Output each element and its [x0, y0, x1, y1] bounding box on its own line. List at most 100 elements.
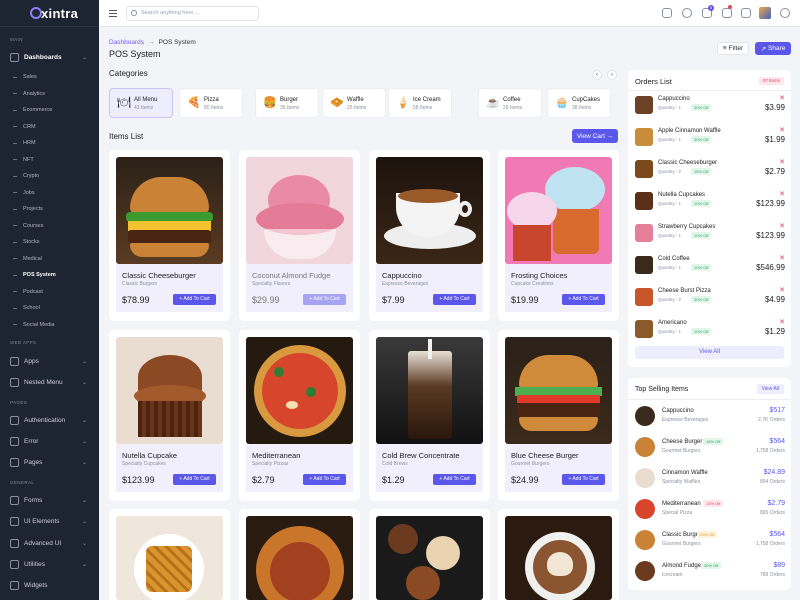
filter-button[interactable]: ≡ Filter [717, 42, 749, 55]
item-price: $29.99 [252, 295, 280, 305]
sidebar-subitem[interactable]: Projects [0, 202, 99, 216]
item-card[interactable] [239, 509, 360, 600]
add-to-cart-button[interactable]: + Add To Cart [562, 294, 605, 305]
item-card[interactable]: Cappuccino Espresso Beverages $7.99 + Ad… [369, 150, 490, 321]
item-category: Specialty Waffles [662, 479, 701, 485]
item-card[interactable]: Cold Brew Concentrate Cold Brews $1.29 +… [369, 330, 490, 501]
sidebar-item-advanced-ui[interactable]: Advanced UI ⌄ [0, 536, 99, 551]
next-arrow-icon[interactable]: › [607, 70, 617, 80]
sidebar-subitem[interactable]: Podcast [0, 285, 99, 299]
sidebar-item-forms[interactable]: Forms ⌄ [0, 493, 99, 508]
remove-icon[interactable]: ✕ [779, 158, 785, 166]
remove-icon[interactable]: ✕ [779, 126, 785, 134]
add-to-cart-button[interactable]: + Add To Cart [303, 474, 346, 485]
sidebar-item-ui-elements[interactable]: UI Elements ⌄ [0, 514, 99, 529]
category-tab[interactable]: 🍽 All Menu 43 Items [109, 88, 173, 118]
item-card[interactable]: Coconut Almond Fudge Specialty Flavors $… [239, 150, 360, 321]
add-to-cart-button[interactable]: + Add To Cart [433, 294, 476, 305]
order-thumbnail [635, 160, 653, 178]
order-row: Classic Cheeseburger Quantity : 2 15% Of… [635, 155, 785, 185]
sidebar-subitem[interactable]: School [0, 301, 99, 315]
sidebar-item-nested-menu[interactable]: Nested Menu ⌄ [0, 375, 99, 390]
sidebar-subitem[interactable]: Social Media [0, 318, 99, 332]
sidebar-item-apps[interactable]: Apps ⌄ [0, 354, 99, 369]
order-row: Cheese Burst Pizza Quantity : 2 30% Off … [635, 283, 785, 313]
category-tab[interactable]: 🍦 Ice Cream 58 Items [388, 88, 452, 118]
sidebar-item-authentication[interactable]: Authentication ⌄ [0, 413, 99, 428]
remove-icon[interactable]: ✕ [779, 94, 785, 102]
sidebar-subitem[interactable]: Sales [0, 70, 99, 84]
sidebar-subitem[interactable]: POS System [0, 268, 99, 282]
sidebar-item-dashboards[interactable]: Dashboards ⌄ [0, 50, 99, 65]
sidebar-item-label: Advanced UI [24, 540, 62, 547]
add-to-cart-button[interactable]: + Add To Cart [173, 294, 216, 305]
sidebar-item-label: UI Elements [24, 518, 60, 525]
bell-icon[interactable] [722, 8, 732, 18]
add-to-cart-button[interactable]: + Add To Cart [433, 474, 476, 485]
sidebar-item-utilities[interactable]: Utilities ⌄ [0, 557, 99, 572]
theme-toggle-icon[interactable] [682, 8, 692, 18]
view-all-orders-button[interactable]: View All [635, 346, 784, 359]
sidebar-item-widgets[interactable]: Widgets [0, 578, 99, 593]
share-button[interactable]: ↗ Share [755, 42, 791, 55]
fullscreen-icon[interactable] [741, 8, 751, 18]
category-tab[interactable]: ☕ Coffee 29 Items [478, 88, 542, 118]
avatar[interactable] [759, 7, 771, 19]
sidebar-subitem[interactable]: Crypto [0, 169, 99, 183]
prev-arrow-icon[interactable]: ‹ [592, 70, 602, 80]
order-name: Classic Cheeseburger [658, 160, 718, 166]
remove-icon[interactable]: ✕ [779, 190, 785, 198]
order-count: 1,758 Orders [755, 448, 785, 454]
add-to-cart-button[interactable]: + Add To Cart [562, 474, 605, 485]
item-card[interactable] [369, 509, 490, 600]
remove-icon[interactable]: ✕ [779, 318, 785, 326]
add-to-cart-button[interactable]: + Add To Cart [173, 474, 216, 485]
sidebar-subitem[interactable]: Ecommerce [0, 103, 99, 117]
breadcrumb-link[interactable]: Dashboards [109, 39, 144, 46]
item-card[interactable]: Frosting Choices Cupcake Creations $19.9… [498, 150, 619, 321]
search-input[interactable]: Search anything here ... [126, 6, 259, 21]
brand-logo[interactable]: xintra [0, 0, 99, 27]
item-price: $564 [769, 438, 785, 445]
category-tab[interactable]: 🍕 Pizza 80 Items [179, 88, 243, 118]
gear-icon[interactable] [780, 8, 790, 18]
section-general: GENERAL [10, 480, 35, 485]
top-selling-row: Cinnamon Waffle Specialty Waffles $24.89… [635, 464, 785, 492]
sidebar-subitem[interactable]: Medical [0, 252, 99, 266]
sidebar: xintra MAIN Dashboards ⌄ Sales Analytics Ec… [0, 0, 99, 600]
category-count: 29 Items [503, 105, 523, 111]
sidebar-subitem[interactable]: CRM [0, 120, 99, 134]
sidebar-subitem[interactable]: Courses [0, 219, 99, 233]
item-card[interactable] [498, 509, 619, 600]
item-card[interactable]: Blue Cheese Burger Gourmet Burgers $24.9… [498, 330, 619, 501]
language-icon[interactable] [662, 8, 672, 18]
category-count: 80 Items [204, 105, 224, 111]
category-tab[interactable]: 🧇 Waffle 25 Items [322, 88, 386, 118]
item-price: $1.29 [382, 475, 405, 485]
menu-toggle-icon[interactable] [109, 10, 117, 17]
sidebar-item-error[interactable]: Error ⌄ [0, 434, 99, 449]
item-card[interactable]: Nutella Cupcake Specialty Cupcakes $123.… [109, 330, 230, 501]
sidebar-subitem[interactable]: NFT [0, 153, 99, 167]
sidebar-subitem[interactable]: Analytics [0, 87, 99, 101]
remove-icon[interactable]: ✕ [779, 222, 785, 230]
add-to-cart-button[interactable]: + Add To Cart [303, 294, 346, 305]
sidebar-subitem[interactable]: Stocks [0, 235, 99, 249]
view-cart-button[interactable]: View Cart → [572, 129, 618, 143]
item-card[interactable]: Classic Cheeseburger Classic Burgers $78… [109, 150, 230, 321]
search-icon [131, 10, 137, 16]
category-tab[interactable]: 🧁 CupCakes 38 Items [547, 88, 611, 118]
item-name: Blue Cheese Burger [511, 451, 579, 460]
sidebar-item-pages[interactable]: Pages ⌄ [0, 455, 99, 470]
order-count: 894 Orders [759, 479, 785, 485]
sidebar-subitem[interactable]: HRM [0, 136, 99, 150]
chevron-down-icon: ⌄ [81, 541, 87, 547]
item-card[interactable] [109, 509, 230, 600]
category-tab[interactable]: 🍔 Burger 35 Items [255, 88, 319, 118]
sidebar-subitem[interactable]: Jobs [0, 186, 99, 200]
item-card[interactable]: Mediterranean Specialty Pizzas $2.79 + A… [239, 330, 360, 501]
chevron-down-icon: ⌄ [81, 460, 87, 466]
remove-icon[interactable]: ✕ [779, 286, 785, 294]
top-selling-view-all-button[interactable]: View All [756, 384, 784, 394]
remove-icon[interactable]: ✕ [779, 254, 785, 262]
